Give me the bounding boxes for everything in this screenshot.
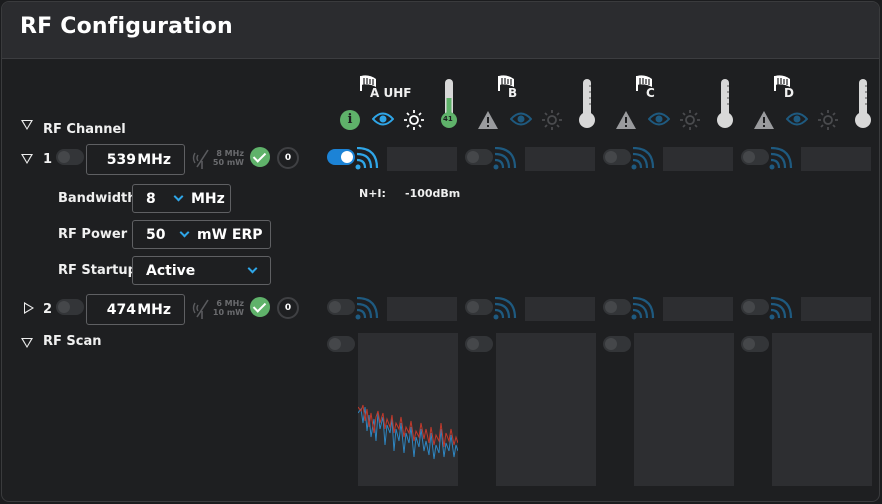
channel-1-spec: 8 MHz 50 mW xyxy=(212,149,244,167)
thermometer-icon xyxy=(717,79,733,128)
channel-2-antenna-d-level xyxy=(801,297,871,321)
chevron-down-icon xyxy=(247,263,258,274)
panel-header: RF Configuration xyxy=(2,2,879,59)
scan-antenna-c-spectrum xyxy=(634,333,734,486)
channel-2-antenna-a-level xyxy=(387,297,457,321)
signal-icon xyxy=(631,297,655,320)
thermometer-icon xyxy=(855,79,871,128)
channel-1-toggle[interactable] xyxy=(56,149,84,165)
sun-icon[interactable] xyxy=(680,110,700,130)
eye-icon[interactable] xyxy=(372,111,394,127)
signal-icon xyxy=(631,147,655,170)
bandwidth-select[interactable]: 8 MHz xyxy=(132,184,231,213)
info-icon[interactable]: i xyxy=(340,110,360,130)
channel-1-antenna-d-toggle[interactable] xyxy=(741,149,769,165)
thermometer-icon xyxy=(579,79,595,128)
eye-icon[interactable] xyxy=(786,111,808,127)
rf-power-label: RF Power xyxy=(58,227,128,242)
rf-startup-select[interactable]: Active xyxy=(132,256,271,285)
scan-antenna-d-spectrum xyxy=(772,333,872,486)
signal-icon xyxy=(493,297,517,320)
channel-1-antenna-d-level xyxy=(801,147,871,171)
scan-antenna-a-toggle[interactable] xyxy=(327,336,355,352)
scan-antenna-a-spectrum xyxy=(358,333,458,486)
chevron-down-icon xyxy=(179,227,190,238)
antenna-a-label: A UHF xyxy=(370,86,412,100)
eye-icon[interactable] xyxy=(510,111,532,127)
channel-2-antenna-d-toggle[interactable] xyxy=(741,299,769,315)
rf-scan-label: RF Scan xyxy=(43,334,102,349)
eye-icon[interactable] xyxy=(648,111,670,127)
rf-channel-label: RF Channel xyxy=(43,122,126,137)
scan-antenna-d-toggle[interactable] xyxy=(741,336,769,352)
channel-1-antenna-b-toggle[interactable] xyxy=(465,149,493,165)
noise-value: -100dBm xyxy=(405,187,461,200)
channel-1-antenna-c-level xyxy=(663,147,733,171)
warning-icon xyxy=(478,111,498,129)
warning-icon xyxy=(616,111,636,129)
noise-label: N+I: xyxy=(359,187,386,200)
scan-trace xyxy=(358,404,458,460)
channel-2-number: 2 xyxy=(43,302,53,317)
sun-icon[interactable] xyxy=(542,110,562,130)
channel-1-antenna-a-toggle[interactable] xyxy=(327,149,355,165)
collapse-icon[interactable] xyxy=(21,120,33,130)
channel-2-toggle[interactable] xyxy=(56,299,84,315)
expand-icon[interactable] xyxy=(24,302,34,314)
bandwidth-label: Bandwidth xyxy=(58,191,137,206)
antenna-c-label: C xyxy=(646,86,655,100)
scan-antenna-b-spectrum xyxy=(496,333,596,486)
check-icon xyxy=(250,147,270,167)
channel-2-antenna-c-toggle[interactable] xyxy=(603,299,631,315)
signal-icon xyxy=(769,147,793,170)
sun-icon[interactable] xyxy=(818,110,838,130)
signal-icon xyxy=(493,147,517,170)
temperature-value: 41 xyxy=(443,115,453,123)
channel-2-antenna-b-toggle[interactable] xyxy=(465,299,493,315)
rf-configuration-panel: RF Configuration A UHF i 41 B C D RF Cha… xyxy=(1,1,880,502)
channel-2-frequency-field[interactable]: 474 MHz xyxy=(86,294,185,325)
scan-antenna-b-toggle[interactable] xyxy=(465,336,493,352)
signal-icon xyxy=(355,147,379,170)
channel-1-antenna-c-toggle[interactable] xyxy=(603,149,631,165)
channel-1-antenna-b-level xyxy=(525,147,595,171)
chevron-down-icon xyxy=(173,191,184,202)
channel-2-spec: 6 MHz 10 mW xyxy=(212,299,244,317)
page-title: RF Configuration xyxy=(20,14,233,39)
channel-2-antenna-b-level xyxy=(525,297,595,321)
channel-1-number: 1 xyxy=(43,152,53,167)
channel-2-antenna-a-toggle[interactable] xyxy=(327,299,355,315)
warning-icon xyxy=(754,111,774,129)
check-icon xyxy=(250,297,270,317)
channel-1-count: 0 xyxy=(277,147,299,169)
scan-antenna-c-toggle[interactable] xyxy=(603,336,631,352)
antenna-d-label: D xyxy=(784,86,794,100)
signal-icon xyxy=(769,297,793,320)
channel-2-count: 0 xyxy=(277,297,299,319)
channel-2-antenna-c-level xyxy=(663,297,733,321)
rf-startup-label: RF Startup xyxy=(58,263,137,278)
signal-icon xyxy=(355,297,379,320)
rf-power-select[interactable]: 50 mW ERP xyxy=(132,220,271,249)
channel-1-frequency-field[interactable]: 539 MHz xyxy=(86,144,185,175)
antenna-b-label: B xyxy=(508,86,518,100)
sun-icon[interactable] xyxy=(404,110,424,130)
collapse-icon[interactable] xyxy=(21,154,33,164)
collapse-icon[interactable] xyxy=(21,338,33,348)
channel-1-antenna-a-level xyxy=(387,147,457,171)
